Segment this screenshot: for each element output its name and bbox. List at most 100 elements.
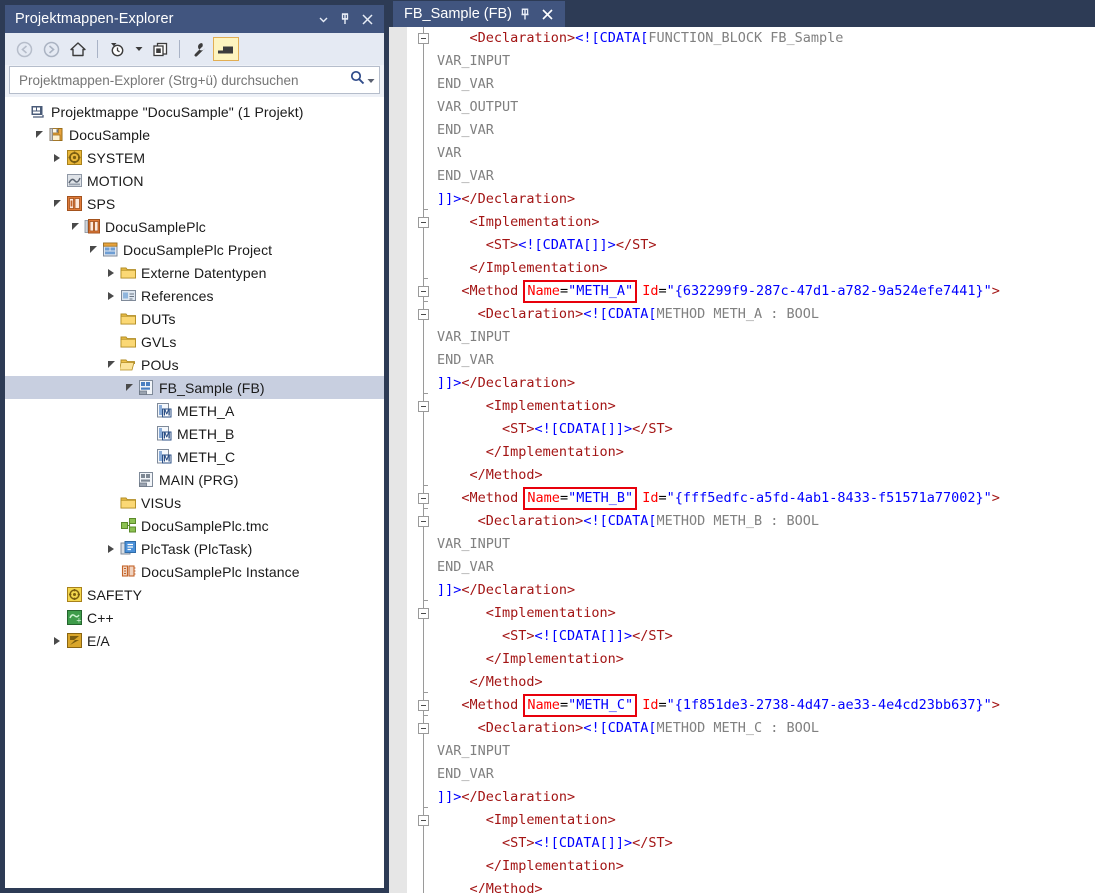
tab-pin-icon[interactable] — [515, 4, 535, 24]
tree-item-sps[interactable]: SPS — [5, 192, 384, 215]
collapse-arrow-icon[interactable] — [31, 123, 47, 146]
home-button[interactable] — [65, 37, 91, 61]
collapse-arrow-icon[interactable] — [49, 192, 65, 215]
tree-item-meth-c[interactable]: M METH_C — [5, 445, 384, 468]
code-line[interactable]: </Method> — [437, 671, 1095, 694]
show-all-files-button[interactable] — [213, 37, 239, 61]
tree-item-docusampleplc[interactable]: DocuSamplePlc — [5, 215, 384, 238]
pending-changes-button[interactable] — [104, 37, 130, 61]
code-line[interactable]: END_VAR — [437, 119, 1095, 142]
search-icon[interactable] — [350, 70, 365, 90]
code-line[interactable]: END_VAR — [437, 73, 1095, 96]
expand-arrow-icon[interactable] — [49, 146, 65, 169]
fold-toggle[interactable] — [418, 723, 429, 734]
back-button[interactable] — [11, 37, 37, 61]
tree-item-externe-datentypen[interactable]: Externe Datentypen — [5, 261, 384, 284]
code-line[interactable]: <Declaration><![CDATA[METHOD METH_A : BO… — [437, 303, 1095, 326]
code-line[interactable]: ]]></Declaration> — [437, 786, 1095, 809]
tree-item-fb-sample-fb[interactable]: FB_Sample (FB) — [5, 376, 384, 399]
code-line[interactable]: <ST><![CDATA[]]></ST> — [437, 418, 1095, 441]
forward-button[interactable] — [38, 37, 64, 61]
fold-toggle[interactable] — [418, 401, 429, 412]
code-line[interactable]: ]]></Declaration> — [437, 188, 1095, 211]
code-line[interactable]: <Declaration><![CDATA[METHOD METH_C : BO… — [437, 717, 1095, 740]
expand-arrow-icon[interactable] — [103, 537, 119, 560]
expand-arrow-icon[interactable] — [103, 261, 119, 284]
pending-changes-dropdown[interactable] — [131, 37, 146, 61]
code-line[interactable]: <ST><![CDATA[]]></ST> — [437, 234, 1095, 257]
code-line[interactable]: <ST><![CDATA[]]></ST> — [437, 625, 1095, 648]
tree-item-duts[interactable]: DUTs — [5, 307, 384, 330]
collapse-arrow-icon[interactable] — [121, 376, 137, 399]
code-line[interactable]: </Implementation> — [437, 257, 1095, 280]
tree-item-references[interactable]: References — [5, 284, 384, 307]
code-surface[interactable]: <Declaration><![CDATA[FUNCTION_BLOCK FB_… — [389, 27, 1095, 893]
sync-with-document-button[interactable] — [147, 37, 173, 61]
code-line[interactable]: </Implementation> — [437, 441, 1095, 464]
collapse-arrow-icon[interactable] — [85, 238, 101, 261]
tree-item-docusampleplc-project[interactable]: DocuSamplePlc Project — [5, 238, 384, 261]
solution-tree[interactable]: Projektmappe "DocuSample" (1 Projekt) Doc… — [5, 97, 384, 888]
code-line[interactable]: END_VAR — [437, 349, 1095, 372]
tree-item-meth-a[interactable]: M METH_A — [5, 399, 384, 422]
code-line[interactable]: <Method Name="METH_C" Id="{1f851de3-2738… — [437, 694, 1095, 717]
code-line[interactable]: <Declaration><![CDATA[FUNCTION_BLOCK FB_… — [437, 27, 1095, 50]
fold-toggle[interactable] — [418, 217, 429, 228]
collapse-arrow-icon[interactable] — [67, 215, 83, 238]
code-line[interactable]: ]]></Declaration> — [437, 372, 1095, 395]
code-line[interactable]: END_VAR — [437, 556, 1095, 579]
code-line[interactable]: <Implementation> — [437, 395, 1095, 418]
fold-toggle[interactable] — [418, 815, 429, 826]
code-line[interactable]: VAR_OUTPUT — [437, 96, 1095, 119]
tree-item-projektmappe-docusample-1-projekt[interactable]: Projektmappe "DocuSample" (1 Projekt) — [5, 100, 384, 123]
chevron-down-icon[interactable] — [312, 8, 334, 30]
tree-item-plctask-plctask[interactable]: PlcTask (PlcTask) — [5, 537, 384, 560]
code-line[interactable]: <Implementation> — [437, 211, 1095, 234]
fold-toggle[interactable] — [418, 33, 429, 44]
tree-item-meth-b[interactable]: M METH_B — [5, 422, 384, 445]
code-line[interactable]: VAR_INPUT — [437, 533, 1095, 556]
close-icon[interactable] — [356, 8, 378, 30]
code-line[interactable]: <Implementation> — [437, 809, 1095, 832]
search-input[interactable] — [17, 71, 346, 89]
tree-item-c[interactable]: + C++ — [5, 606, 384, 629]
code-line[interactable]: VAR_INPUT — [437, 50, 1095, 73]
tab-fb-sample[interactable]: FB_Sample (FB) — [393, 1, 565, 27]
pin-icon[interactable] — [334, 8, 356, 30]
collapse-arrow-icon[interactable] — [103, 353, 119, 376]
code-line[interactable]: <Implementation> — [437, 602, 1095, 625]
tree-item-gvls[interactable]: GVLs — [5, 330, 384, 353]
tree-item-system[interactable]: SYSTEM — [5, 146, 384, 169]
code-line[interactable]: <ST><![CDATA[]]></ST> — [437, 832, 1095, 855]
code-line[interactable]: </Method> — [437, 464, 1095, 487]
fold-toggle[interactable] — [418, 286, 429, 297]
search-box[interactable] — [9, 66, 380, 94]
fold-toggle[interactable] — [418, 493, 429, 504]
expand-arrow-icon[interactable] — [49, 629, 65, 652]
code-line[interactable]: </Implementation> — [437, 648, 1095, 671]
code-line[interactable]: VAR_INPUT — [437, 326, 1095, 349]
code-line[interactable]: <Declaration><![CDATA[METHOD METH_B : BO… — [437, 510, 1095, 533]
code-line[interactable]: VAR_INPUT — [437, 740, 1095, 763]
tree-item-visus[interactable]: VISUs — [5, 491, 384, 514]
code-line[interactable]: VAR — [437, 142, 1095, 165]
fold-toggle[interactable] — [418, 700, 429, 711]
code-line[interactable]: </Implementation> — [437, 855, 1095, 878]
code-text[interactable]: <Declaration><![CDATA[FUNCTION_BLOCK FB_… — [437, 27, 1095, 893]
code-line[interactable]: </Method> — [437, 878, 1095, 893]
tree-item-pous[interactable]: POUs — [5, 353, 384, 376]
code-line[interactable]: <Method Name="METH_A" Id="{632299f9-287c… — [437, 280, 1095, 303]
code-line[interactable]: ]]></Declaration> — [437, 579, 1095, 602]
code-line[interactable]: END_VAR — [437, 165, 1095, 188]
tree-item-docusample[interactable]: DocuSample — [5, 123, 384, 146]
expand-arrow-icon[interactable] — [103, 284, 119, 307]
tree-item-docusampleplc-instance[interactable]: DocuSamplePlc Instance — [5, 560, 384, 583]
properties-button[interactable] — [186, 37, 212, 61]
code-line[interactable]: <Method Name="METH_B" Id="{fff5edfc-a5fd… — [437, 487, 1095, 510]
tab-close-icon[interactable] — [538, 4, 558, 24]
code-line[interactable]: END_VAR — [437, 763, 1095, 786]
search-dropdown-icon[interactable] — [367, 71, 375, 89]
outlining-gutter[interactable] — [407, 27, 437, 893]
tree-item-main-prg[interactable]: MAIN (PRG) — [5, 468, 384, 491]
tree-item-docusampleplc-tmc[interactable]: DocuSamplePlc.tmc — [5, 514, 384, 537]
